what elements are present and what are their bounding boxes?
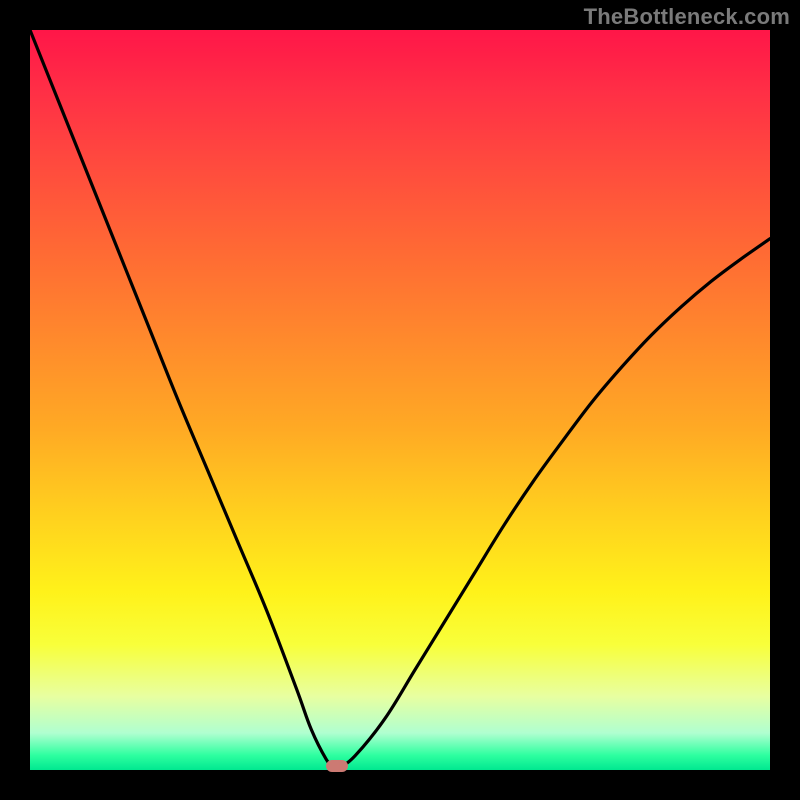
- curve-svg: [30, 30, 770, 770]
- watermark-text: TheBottleneck.com: [584, 4, 790, 30]
- optimal-point-marker: [326, 760, 348, 772]
- chart-frame: TheBottleneck.com: [0, 0, 800, 800]
- bottleneck-curve: [30, 30, 770, 768]
